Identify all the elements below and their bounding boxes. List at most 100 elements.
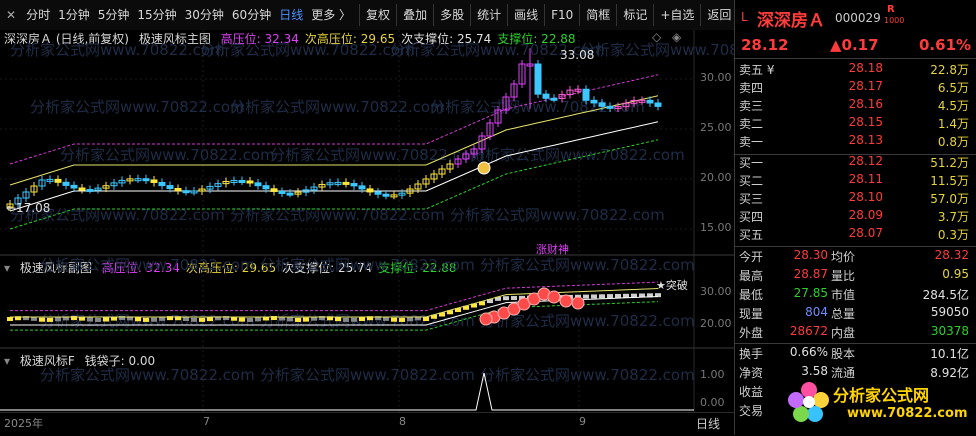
stat-label: 市值 <box>831 288 856 302</box>
main-chart-pane[interactable]: 深深房Ａ (日线,前复权) 极速风标主图 高压位: 32.34 次高压位: 29.… <box>0 30 734 255</box>
asks-price: 28.18 <box>848 61 883 75</box>
asks-volume: 0.8万 <box>937 135 969 149</box>
sub-chart-pane[interactable]: ▾ 极速风标副图 高压位: 32.34 次高压位: 29.65 次支撑位: 25.7… <box>0 256 734 348</box>
main-label-3: 支撑位: 22.88 <box>497 32 576 46</box>
main-label-0: 高压位: 32.34 <box>220 32 299 46</box>
tab-period-1[interactable]: 1分钟 <box>54 4 94 26</box>
main-y-tick-3: 15.00 <box>700 221 732 234</box>
sub-indicator-name[interactable]: 极速风标副图 <box>20 261 92 275</box>
bids-label: 买四 <box>739 210 764 224</box>
asks-row[interactable]: 卖二 28.15 1.4万 <box>735 115 971 134</box>
asks-label: 卖四 <box>739 81 764 95</box>
tab-period-0[interactable]: 分时 <box>22 4 54 26</box>
bids-volume: 51.2万 <box>930 156 969 170</box>
price-change: ▲0.17 <box>830 36 879 54</box>
period-label[interactable]: 日线 <box>696 415 720 432</box>
third-legend: ▾ 极速风标F 钱袋子: 0.00 <box>4 352 161 369</box>
expand-icon[interactable]: ◈ <box>672 30 681 44</box>
collapse-icon[interactable]: ▾ <box>4 354 10 368</box>
tab-period-4[interactable]: 30分钟 <box>181 4 228 26</box>
main-indicator-name[interactable]: 极速风标主图 <box>139 32 211 46</box>
bids-row[interactable]: 买二 28.11 11.5万 <box>735 172 971 191</box>
bids-label: 买二 <box>739 174 764 188</box>
stat-value: 27.85 <box>793 286 828 300</box>
bids-row[interactable]: 买一 28.12 51.2万 <box>735 154 971 173</box>
tab-period-2[interactable]: 5分钟 <box>94 4 134 26</box>
stat-label: 均价 <box>831 250 856 264</box>
settings-diamond-icon[interactable]: ◇ <box>652 30 661 44</box>
main-legend: 深深房Ａ (日线,前复权) 极速风标主图 高压位: 32.34 次高压位: 29.… <box>4 30 588 47</box>
tab-period-5[interactable]: 60分钟 <box>228 4 275 26</box>
tab-period-3[interactable]: 15分钟 <box>133 4 180 26</box>
sub-label-1: 次高压位: 29.65 <box>185 261 277 275</box>
stat-value: 30378 <box>930 324 969 338</box>
asks-price: 28.16 <box>848 97 883 111</box>
toolbar-button-1[interactable]: 叠加 <box>397 4 435 26</box>
asks-row[interactable]: 卖四 28.17 6.5万 <box>735 79 971 98</box>
asks-label: 卖三 <box>739 99 764 113</box>
tab-period-7[interactable]: 更多 〉 <box>307 4 355 26</box>
toolbar-button-7[interactable]: 标记 <box>617 4 655 26</box>
x-axis: 2025年 7 8 9 日线 <box>0 412 734 436</box>
bids-volume: 3.7万 <box>937 210 969 224</box>
asks-price: 28.17 <box>848 79 883 93</box>
level-label: L <box>741 10 748 24</box>
money-bag-value: 钱袋子: 0.00 <box>84 354 156 368</box>
close-icon[interactable]: ✕ <box>0 4 22 26</box>
stat-label: 交易 <box>739 404 764 418</box>
x-label-jul: 7 <box>203 415 210 428</box>
stat-label: 收益 <box>739 385 764 399</box>
third-y-tick-1: 0.00 <box>700 396 725 409</box>
asks-price: 28.15 <box>848 115 883 129</box>
toolbar-buttons: 复权 叠加 多股 统计 画线 F10 简框 标记 +自选 返回 <box>359 4 739 26</box>
flower-icon <box>788 382 829 422</box>
chart-title: 深深房Ａ (日线,前复权) <box>4 32 129 46</box>
quote-header: L 深深房Ａ 000029 R 1000 <box>735 4 976 32</box>
main-y-tick-2: 20.00 <box>700 171 732 184</box>
sub-label-2: 次支撑位: 25.74 <box>282 261 373 275</box>
toolbar-button-4[interactable]: 画线 <box>508 4 546 26</box>
stat-value: 28.30 <box>793 248 828 262</box>
asks-row[interactable]: 卖一 28.13 0.8万 <box>735 133 971 152</box>
asks-label: 卖二 <box>739 117 764 131</box>
breakout-label: ★突破 <box>656 279 688 292</box>
logo-text: 分析家公式网 <box>833 386 930 405</box>
stat-label: 股本 <box>831 347 856 361</box>
toolbar: ✕ 分时 1分钟 5分钟 15分钟 30分钟 60分钟 日线 更多 〉 复权 叠加 多股 统计 画线 F… <box>0 0 739 31</box>
stat-value: 284.5亿 <box>922 288 969 302</box>
stat-label: 现量 <box>739 307 764 321</box>
stat-label: 换手 <box>739 347 764 361</box>
asks-row[interactable]: 卖五 ¥ 28.18 22.8万 <box>735 61 971 80</box>
bids-volume: 11.5万 <box>930 174 969 188</box>
bids-row[interactable]: 买三 28.10 57.0万 <box>735 190 971 209</box>
third-indicator-name[interactable]: 极速风标F <box>20 354 75 368</box>
stat-value: 10.1亿 <box>930 347 969 361</box>
toolbar-button-6[interactable]: 简框 <box>580 4 618 26</box>
main-y-tick-0: 30.00 <box>700 71 732 84</box>
stat-row: 外盘 28672 内盘 30378 <box>735 324 971 343</box>
tab-period-6[interactable]: 日线 <box>275 4 307 26</box>
toolbar-button-0[interactable]: 复权 <box>360 4 398 26</box>
collapse-icon[interactable]: ▾ <box>4 261 10 275</box>
stat-row: 最高 28.87 量比 0.95 <box>735 267 971 286</box>
bids-price: 28.07 <box>848 226 883 240</box>
asks-row[interactable]: 卖三 28.16 4.5万 <box>735 97 971 116</box>
toolbar-button-2[interactable]: 多股 <box>434 4 472 26</box>
stat-label: 内盘 <box>831 326 856 340</box>
toolbar-button-9[interactable]: 返回 <box>701 4 739 26</box>
asks-volume: 22.8万 <box>930 63 969 77</box>
stock-name[interactable]: 深深房Ａ <box>757 6 825 31</box>
third-chart-pane[interactable]: ▾ 极速风标F 钱袋子: 0.00 <box>0 348 734 412</box>
sub-legend: ▾ 极速风标副图 高压位: 32.34 次高压位: 29.65 次支撑位: 25.7… <box>4 259 469 276</box>
bids-row[interactable]: 买四 28.09 3.7万 <box>735 208 971 227</box>
toolbar-button-5[interactable]: F10 <box>545 4 581 26</box>
stat-value: 0.66% <box>789 345 828 359</box>
bids-price: 28.10 <box>848 190 883 204</box>
bids-price: 28.11 <box>848 172 883 186</box>
stat-row: 今开 28.30 均价 28.32 <box>735 248 971 267</box>
toolbar-button-3[interactable]: 统计 <box>471 4 509 26</box>
bids-row[interactable]: 买五 28.07 0.3万 <box>735 226 971 245</box>
x-label-aug: 8 <box>399 415 406 428</box>
main-label-2: 次支撑位: 25.74 <box>401 32 492 46</box>
toolbar-button-8[interactable]: +自选 <box>654 4 702 26</box>
